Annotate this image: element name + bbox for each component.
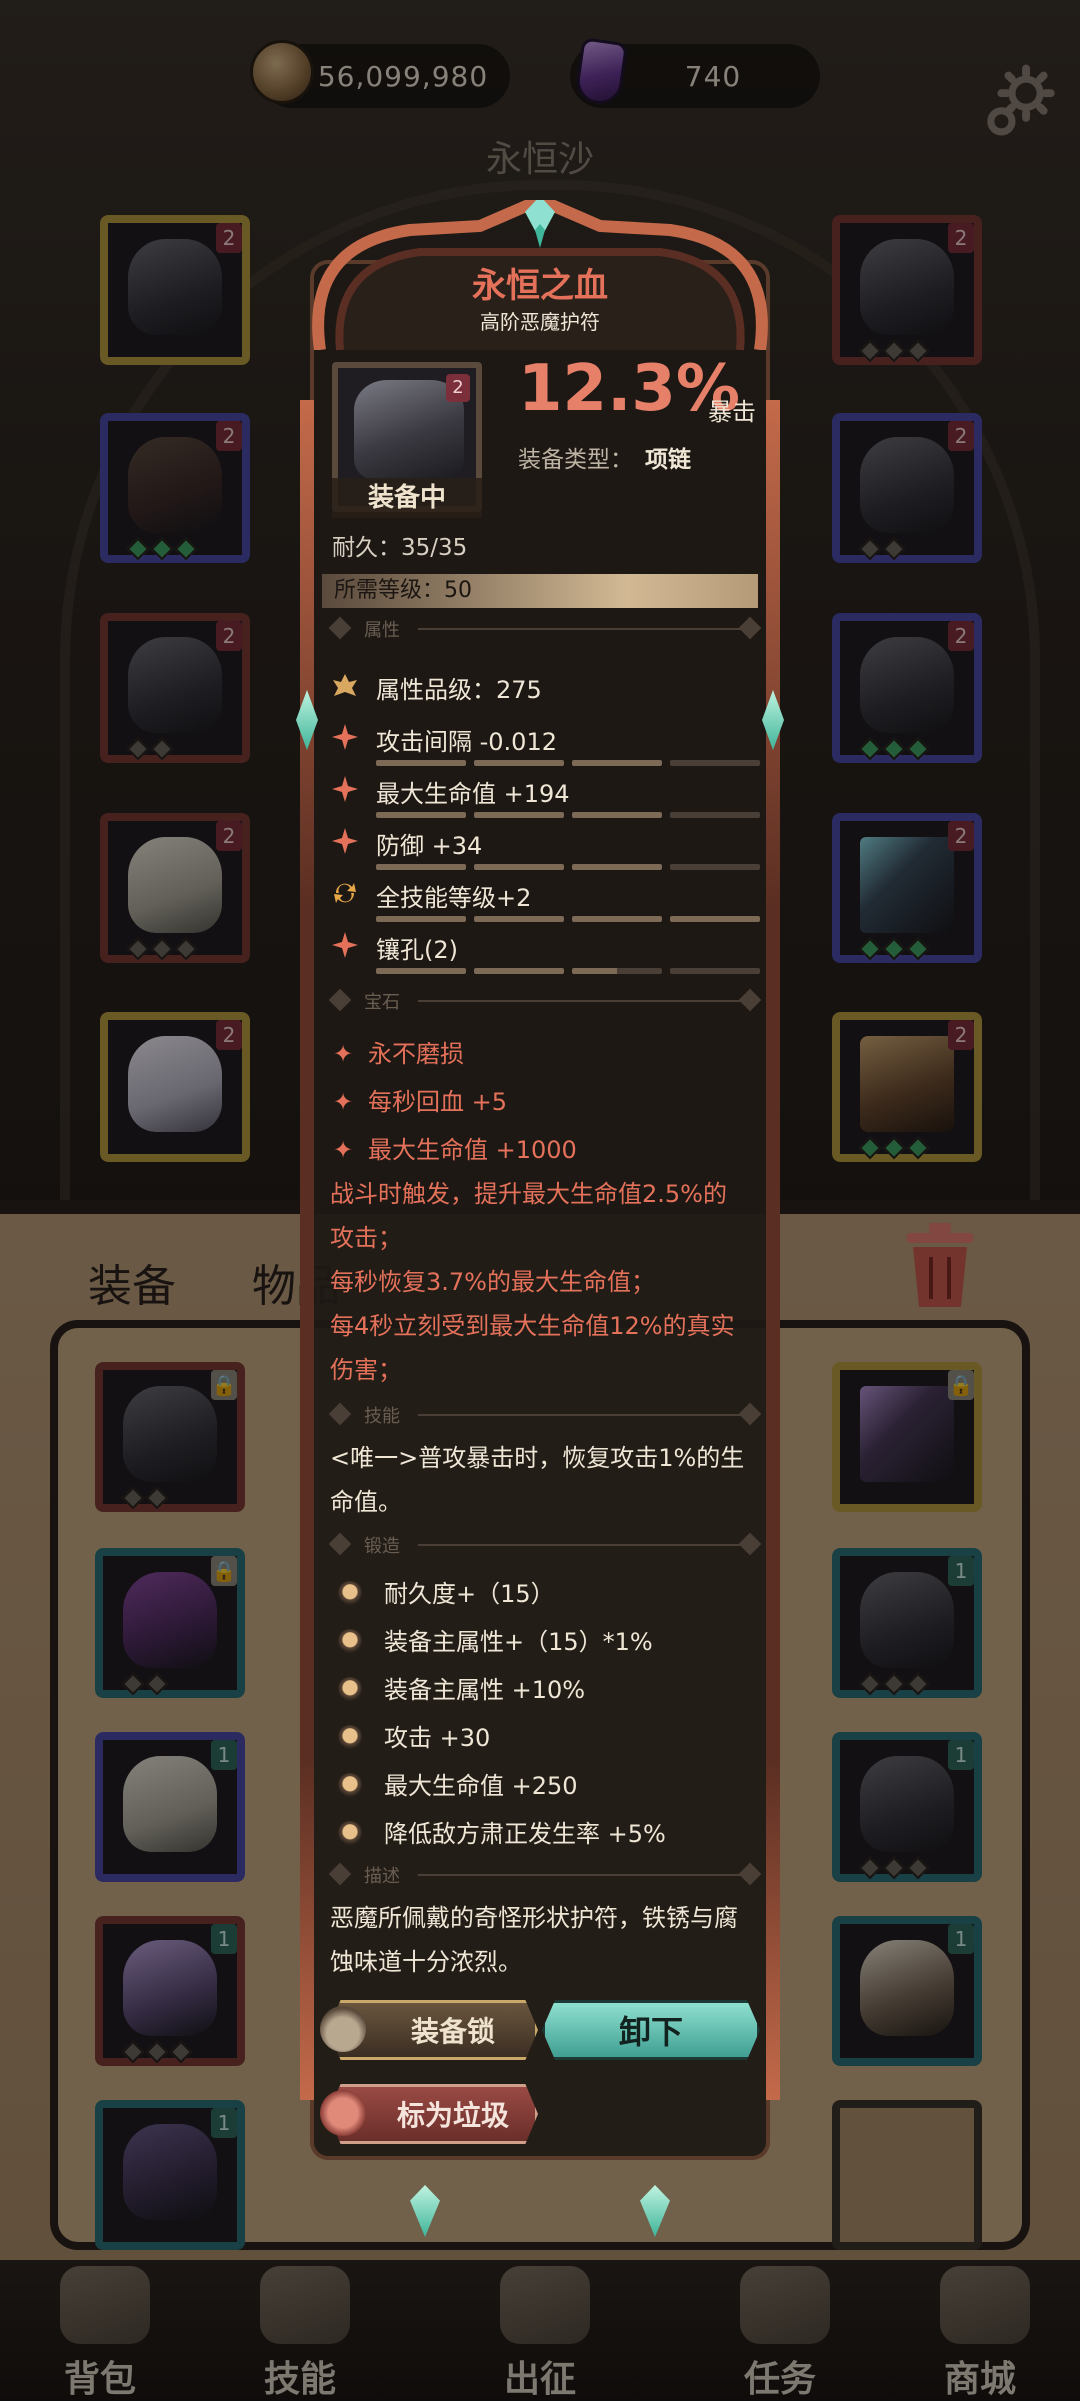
section-forge-label: 锻造 [364,1536,400,1557]
forge-dot-icon [338,1677,362,1701]
gem-entry-text: 每秒回血 +5 [368,1088,508,1116]
attribute-row: 镶孔(2) [330,928,760,974]
section-attributes: 属性 [328,614,762,644]
forge-entry: 装备主属性+（15）*1% [338,1622,653,1657]
section-attributes-label: 属性 [364,620,400,641]
forge-dot-icon [338,1821,362,1845]
section-description-label: 描述 [364,1866,400,1887]
forge-dot-icon [338,1725,362,1749]
section-skill: 技能 [328,1400,762,1430]
forge-dot-icon [338,1629,362,1653]
attribute-sparkle-icon [332,932,358,958]
padlock-icon [320,2006,366,2052]
durability: 耐久：35/35 [332,535,468,561]
forge-entry-text: 耐久度+（15） [384,1580,555,1608]
frame-border-right [766,400,780,2100]
item-name: 永恒之血 [472,266,608,306]
section-gems: 宝石 [328,986,762,1016]
forge-entry-text: 装备主属性 +10% [384,1676,586,1704]
gem-entry: ✦ 最大生命值 +1000 [330,1130,577,1165]
attribute-row: 防御 +34 [330,824,760,870]
attribute-text: 全技能等级+2 [376,884,532,912]
gem-entry-text: 最大生命值 +1000 [368,1136,577,1164]
attribute-roll-bar [376,968,760,974]
attribute-sparkle-icon [332,828,358,854]
attribute-roll-bar [376,864,760,870]
required-level: 所需等级：50 [322,574,758,608]
gem-entry-text: 永不磨损 [368,1040,464,1068]
unequip-button[interactable]: 卸下 [542,2000,760,2060]
item-type-label: 装备类型： [518,447,633,473]
attribute-text: 攻击间隔 -0.012 [376,728,557,756]
forge-entry-text: 攻击 +30 [384,1724,491,1752]
item-type-value: 项链 [645,447,691,473]
attribute-row: 属性品级：275 [330,668,760,714]
section-description: 描述 [328,1860,762,1890]
attribute-roll-bar [376,760,760,766]
gem-effect: 战斗时触发，提升最大生命值2.5%的攻击； [330,1180,727,1252]
attribute-text: 镶孔(2) [376,936,458,964]
attribute-text: 最大生命值 +194 [376,780,570,808]
tier-badge: 2 [446,374,470,402]
forge-entry-text: 装备主属性+（15）*1% [384,1628,653,1656]
attribute-text: 属性品级：275 [376,676,542,704]
section-gems-label: 宝石 [364,992,400,1013]
forge-entry: 降低敌方肃正发生率 +5% [338,1814,666,1849]
main-stat-name: 暴击 [708,398,756,426]
attribute-roll-bar [376,916,760,922]
gem-effect: 每秒恢复3.7%的最大生命值； [330,1268,655,1296]
gem-entry: ✦ 永不磨损 [330,1034,464,1069]
item-subtitle: 高阶恶魔护符 [480,310,600,334]
forge-entry: 耐久度+（15） [338,1574,555,1609]
quality-crest-icon [333,674,357,696]
forge-dot-icon [338,1773,362,1797]
gem-effect: 每4秒立刻受到最大生命值12%的真实伤害； [330,1312,735,1384]
cycle-arrows-icon [334,883,356,903]
item-detail-tooltip: 永恒之血 高阶恶魔护符 2 装备中 12.3% 暴击 装备类型： 项链 耐久：3… [290,200,790,2237]
forge-entry-text: 降低敌方肃正发生率 +5% [384,1820,666,1848]
junk-lantern-icon [320,2090,366,2136]
forge-entry-text: 最大生命值 +250 [384,1772,578,1800]
attribute-row: 攻击间隔 -0.012 [330,720,760,766]
attribute-sparkle-icon [332,724,358,750]
attribute-row: 最大生命值 +194 [330,772,760,818]
attribute-sparkle-icon [332,776,358,802]
main-stat-value: 12.3% [518,352,741,426]
forge-entry: 最大生命值 +250 [338,1766,578,1801]
equipped-label: 装备中 [332,478,482,518]
attribute-row: 全技能等级+2 [330,876,760,922]
gem-star-icon: ✦ [332,1136,354,1164]
gem-entry: ✦ 每秒回血 +5 [330,1082,507,1117]
skill-effect: <唯一>普攻暴击时，恢复攻击1%的生命值。 [330,1444,745,1516]
gem-star-icon: ✦ [332,1088,354,1116]
section-skill-label: 技能 [364,1406,400,1427]
section-forge: 锻造 [328,1530,762,1560]
forge-entry: 装备主属性 +10% [338,1670,585,1705]
gem-star-icon: ✦ [332,1040,354,1068]
attribute-text: 防御 +34 [376,832,483,860]
frame-border-left [300,400,314,2100]
forge-entry: 攻击 +30 [338,1718,490,1753]
forge-dot-icon [338,1581,362,1605]
item-flavor-text: 恶魔所佩戴的奇怪形状护符，铁锈与腐蚀味道十分浓烈。 [330,1904,738,1976]
attribute-roll-bar [376,812,760,818]
